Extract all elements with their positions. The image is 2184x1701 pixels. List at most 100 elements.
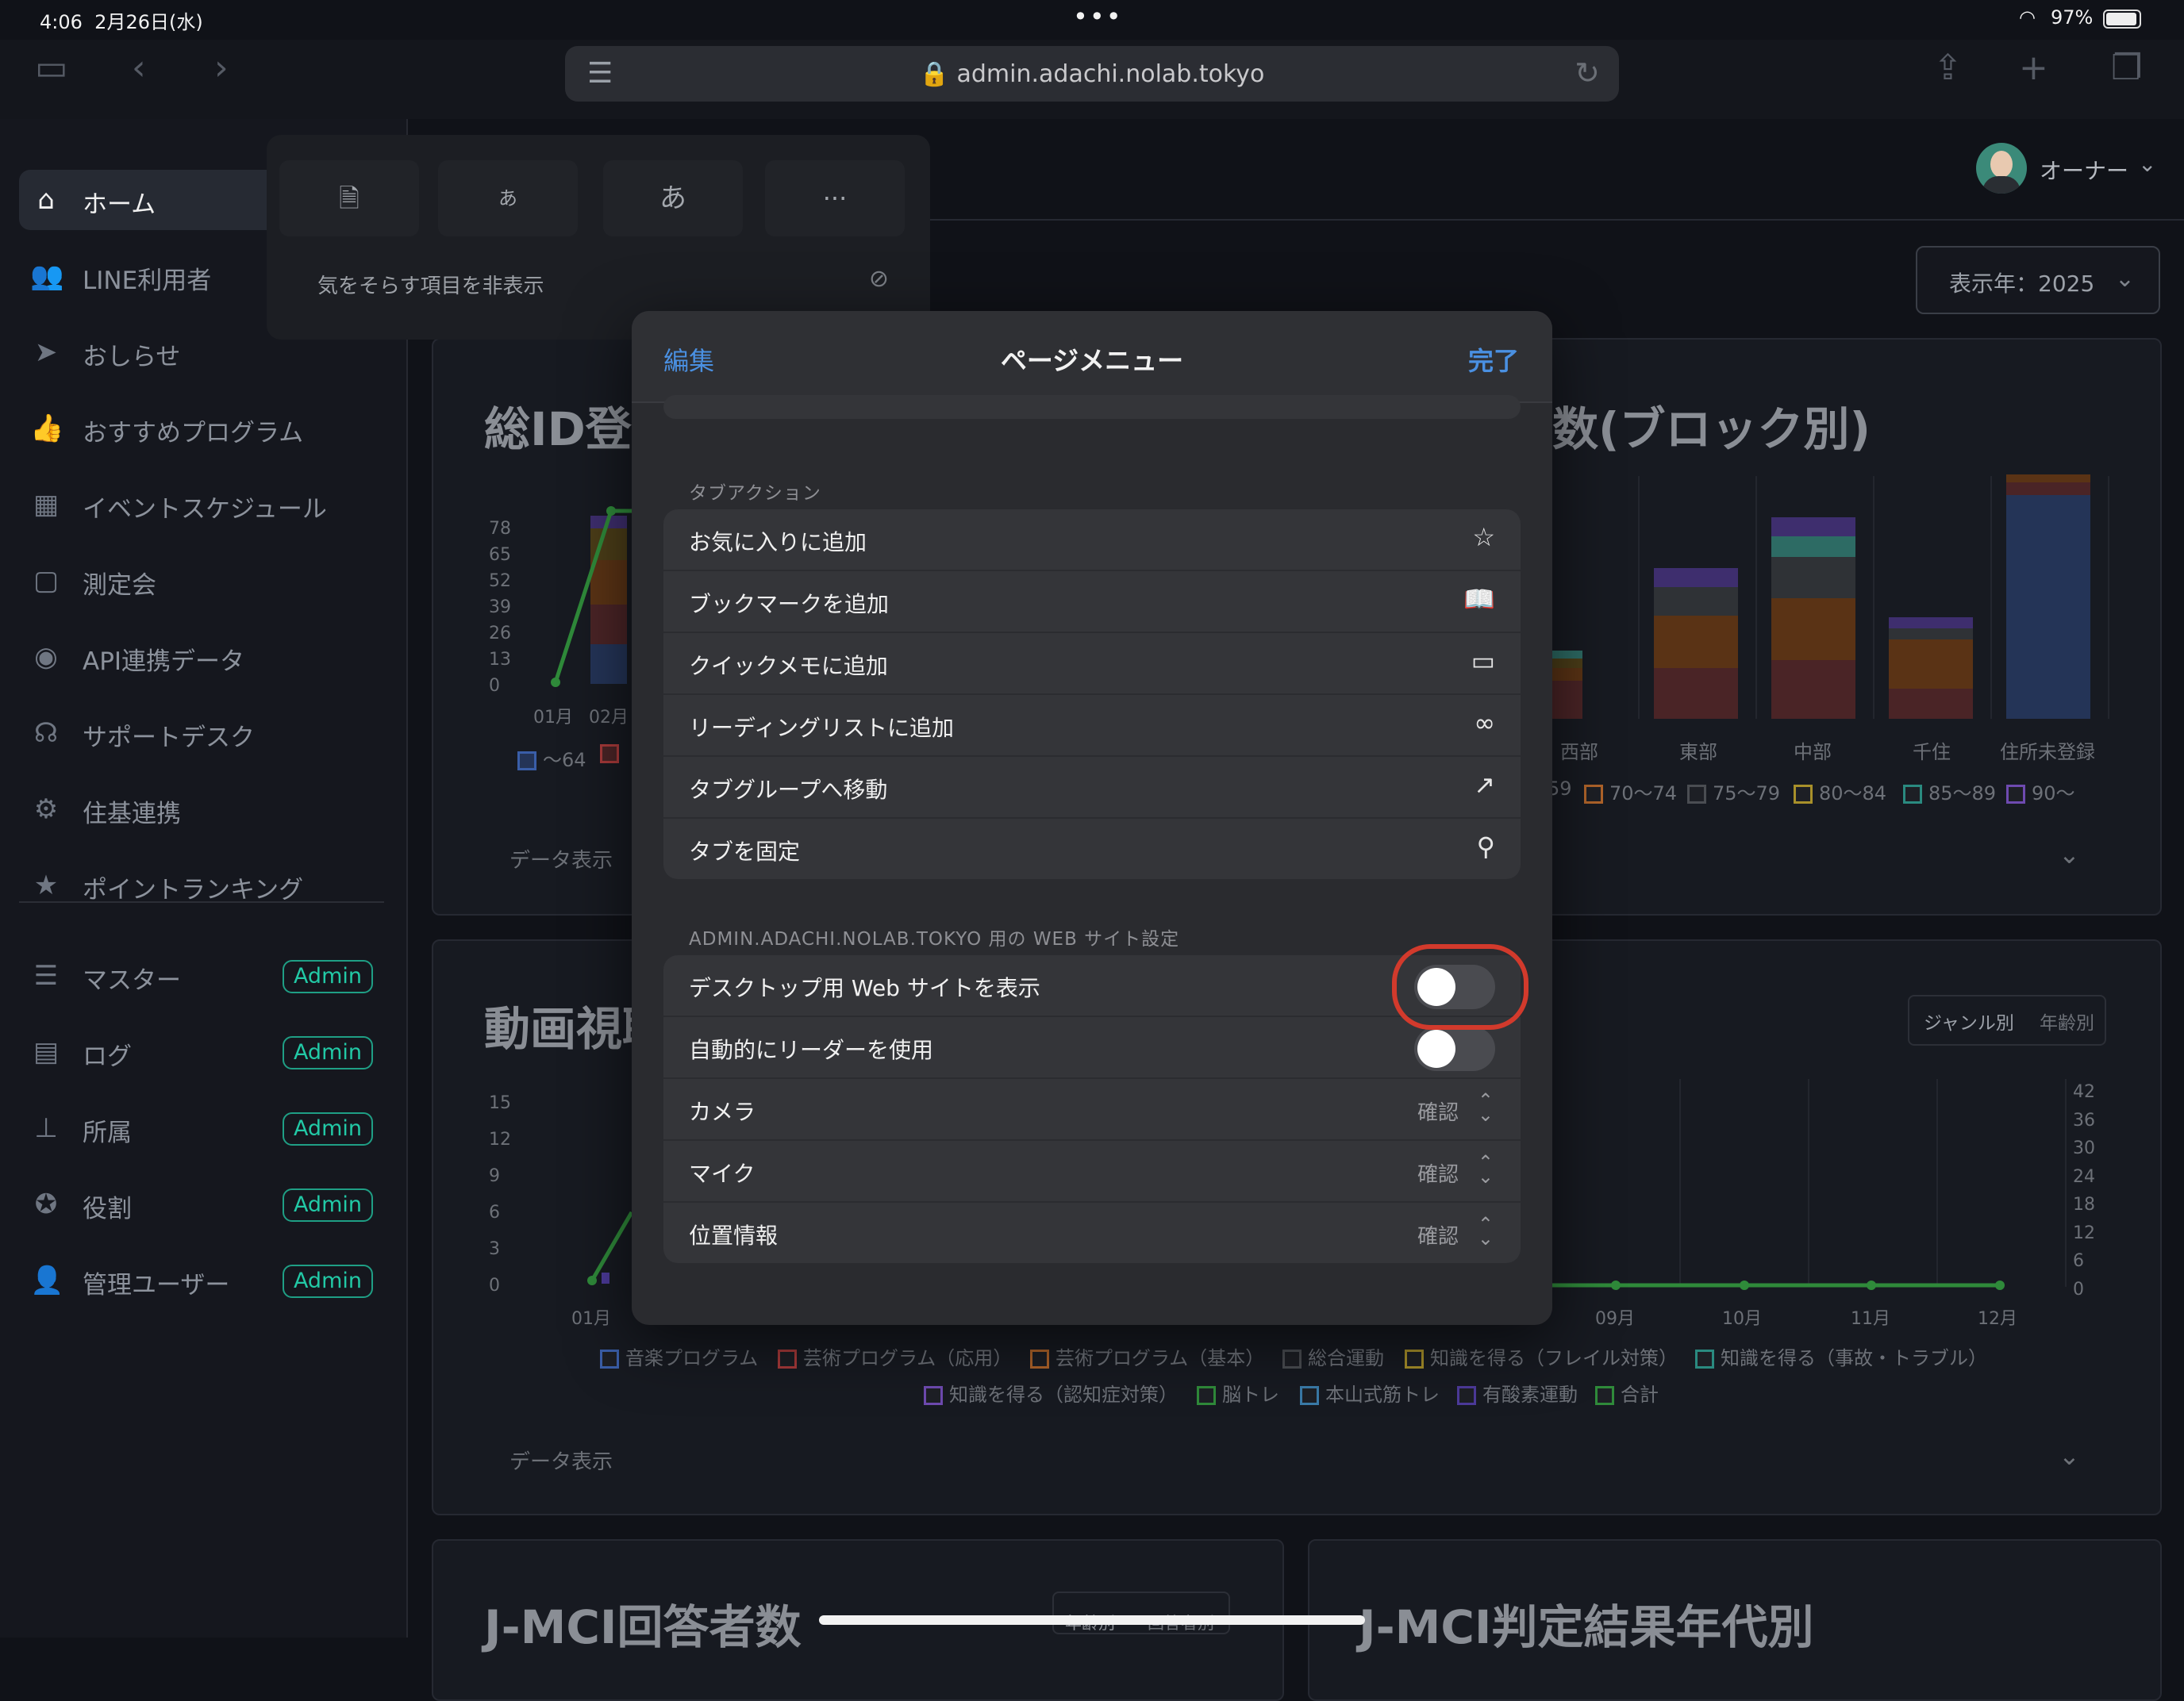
legend-item[interactable]: 70〜74 xyxy=(1584,778,1677,805)
sidebar-admin-item[interactable]: ✪ 役割 Admin xyxy=(19,1174,384,1234)
legend-item[interactable]: 脳トレ xyxy=(1197,1379,1279,1407)
sidebar-admin-item[interactable]: 👤 管理ユーザー Admin xyxy=(19,1250,384,1311)
legend-item[interactable]: 音楽プログラム xyxy=(600,1342,758,1370)
y-tick-label: 15 xyxy=(489,1093,511,1113)
legend-item[interactable]: 80〜84 xyxy=(1794,778,1886,805)
tab-actions-group: お気に入りに追加 ☆ ブックマークを追加 📖 クイックメモに追加 ▭ リーディングリストに追… xyxy=(663,509,1521,879)
legend-item[interactable]: 知識を得る（フレイル対策） xyxy=(1405,1342,1678,1370)
mic-value[interactable]: 確認 xyxy=(1417,1158,1459,1188)
tab-action-row[interactable]: クイックメモに追加 ▭ xyxy=(663,633,1521,695)
sidebar: ⌂ ホーム 👥 LINE利用者 ➤ おしらせ 👍 おすすめプログラム ▦ イベントスケジュール ▢ 測… xyxy=(0,119,408,1638)
chevron-down-icon[interactable]: ⌄ xyxy=(2059,1441,2080,1471)
x-tick-label: 住所未登録 xyxy=(2000,741,2095,763)
sidebar-item-label: 所属 xyxy=(83,1119,132,1147)
legend-swatch xyxy=(1794,785,1813,804)
chart-bar-segment xyxy=(1654,587,1738,616)
legend-item[interactable]: 芸術プログラム（応用） xyxy=(778,1342,1012,1370)
new-tab-icon[interactable]: + xyxy=(2019,48,2048,88)
camera-row[interactable]: カメラ 確認 ⌃ ⌄ xyxy=(663,1079,1521,1141)
multitask-dots-icon[interactable]: ••• xyxy=(1073,2,1123,32)
legend-item[interactable]: 75〜79 xyxy=(1687,778,1780,805)
x-tick-label: 09月 xyxy=(1595,1309,1635,1329)
x-tick-label: 中部 xyxy=(1794,741,1832,763)
data-view-toggle[interactable]: データ表示 xyxy=(509,1446,613,1475)
tabs-overview-icon[interactable]: ❐ xyxy=(2111,48,2142,88)
sidebar-item[interactable]: ▦ イベントスケジュール xyxy=(19,474,384,535)
sidebar-item[interactable]: ⚙ 住基連携 xyxy=(19,779,384,839)
location-row[interactable]: 位置情報 確認 ⌃ ⌄ xyxy=(663,1203,1521,1263)
legend-item[interactable]: 知識を得る（事故・トラブル） xyxy=(1695,1342,1987,1370)
done-button[interactable]: 完了 xyxy=(1468,341,1519,378)
text-smaller-button[interactable]: あ xyxy=(438,160,578,236)
legend-swatch xyxy=(1282,1350,1302,1369)
legend-item[interactable]: 85〜89 xyxy=(1903,778,1996,805)
sidebar-item[interactable]: ▢ 測定会 xyxy=(19,551,384,611)
user-lock-icon: 👤 xyxy=(30,1265,64,1296)
legend-item[interactable]: 総合運動 xyxy=(1282,1342,1384,1370)
text-larger-button[interactable]: あ xyxy=(603,160,743,236)
reload-icon[interactable]: ↻ xyxy=(1575,56,1600,90)
chevron-down-icon[interactable]: ⌄ xyxy=(2138,151,2156,177)
x-tick-label: 東部 xyxy=(1679,741,1717,763)
forward-icon[interactable]: › xyxy=(214,48,229,88)
tab-action-row[interactable]: タブを固定 ⚲ xyxy=(663,819,1521,879)
home-icon: ⌂ xyxy=(37,184,55,216)
legend-item[interactable] xyxy=(600,744,625,763)
chevron-down-icon: ⌄ xyxy=(2114,265,2135,293)
admin-badge: Admin xyxy=(282,1036,373,1069)
y-tick-label: 9 xyxy=(489,1166,500,1186)
legend-item[interactable]: 有酸素運動 xyxy=(1457,1379,1578,1407)
auto-reader-row[interactable]: 自動的にリーダーを使用 xyxy=(663,1017,1521,1079)
tab-action-row[interactable]: タブグループへ移動 ↗ xyxy=(663,757,1521,819)
sidebar-admin-item[interactable]: ▤ ログ Admin xyxy=(19,1022,384,1082)
org-tree-icon: ⊥ xyxy=(34,1112,58,1144)
sidebar-toggle-icon[interactable]: ▭ xyxy=(35,48,68,88)
legend-item[interactable]: 芸術プログラム（基本） xyxy=(1030,1342,1264,1370)
back-icon[interactable]: ‹ xyxy=(132,48,146,88)
legend-item[interactable]: 合計 xyxy=(1595,1379,1659,1407)
grid-line xyxy=(1638,476,1640,719)
tab-action-row[interactable]: お気に入りに追加 ☆ xyxy=(663,509,1521,571)
mic-row[interactable]: マイク 確認 ⌃ ⌄ xyxy=(663,1141,1521,1203)
legend-item[interactable]: 本山式筋トレ xyxy=(1300,1379,1440,1407)
y-tick-label: 3 xyxy=(489,1239,500,1259)
tab-genre[interactable]: ジャンル別 xyxy=(1924,1008,2014,1035)
sidebar-item-label: サポートデスク xyxy=(83,724,255,752)
reader-view-button[interactable]: 🗎 xyxy=(279,160,419,236)
sidebar-item[interactable]: 👍 おすすめプログラム xyxy=(19,398,384,459)
log-icon: ▤ xyxy=(33,1036,60,1068)
battery-percent: 97% xyxy=(2051,6,2094,29)
legend-item[interactable]: 知識を得る（認知症対策） xyxy=(924,1379,1178,1407)
legend-item[interactable]: 〜64 xyxy=(517,744,586,772)
sidebar-admin-item[interactable]: ⊥ 所属 Admin xyxy=(19,1098,384,1158)
sidebar-item-label: API連携データ xyxy=(83,647,245,676)
chevron-down-icon[interactable]: ⌄ xyxy=(2059,839,2080,870)
address-bar[interactable]: ☰ 🔒 admin.adachi.nolab.tokyo ↻ xyxy=(565,46,1619,102)
sidebar-admin-item[interactable]: ☰ マスター Admin xyxy=(19,946,384,1006)
year-select[interactable]: 表示年：2025 ⌄ xyxy=(1916,246,2160,314)
tab-action-row[interactable]: リーディングリストに追加 ∞ xyxy=(663,695,1521,757)
legend-item[interactable]: 90〜 xyxy=(2006,778,2075,805)
tab-action-row[interactable]: ブックマークを追加 📖 xyxy=(663,571,1521,633)
hide-distracting-items[interactable]: 気をそらす項目を非表示 xyxy=(317,270,544,299)
sidebar-item[interactable]: ★ ポイントランキング xyxy=(19,855,384,916)
auto-reader-toggle[interactable] xyxy=(1414,1027,1495,1071)
card-title: 数(ブロック別) xyxy=(1552,402,1871,456)
y-tick-label: 0 xyxy=(489,1276,500,1296)
user-gear-icon: ⚙ xyxy=(33,793,59,825)
sidebar-item[interactable]: ◉ API連携データ xyxy=(19,627,384,687)
sidebar-item[interactable]: ☊ サポートデスク xyxy=(19,703,384,763)
sidebar-item-label: 住基連携 xyxy=(83,800,181,828)
tab-age[interactable]: 年齢別 xyxy=(2040,1008,2094,1035)
avatar[interactable] xyxy=(1976,143,2027,194)
owner-name[interactable]: オーナー xyxy=(2040,154,2128,186)
camera-value[interactable]: 確認 xyxy=(1417,1096,1459,1126)
share-icon[interactable]: ⇪ xyxy=(1933,48,1963,88)
x-tick-label: 11月 xyxy=(1851,1309,1890,1329)
data-view-toggle[interactable]: データ表示 xyxy=(509,844,613,874)
home-indicator[interactable] xyxy=(819,1615,1365,1625)
eye-slash-icon[interactable]: ⊘ xyxy=(869,265,889,293)
y-tick-label: 13 xyxy=(489,650,511,670)
location-value[interactable]: 確認 xyxy=(1417,1220,1459,1250)
more-options-button[interactable]: ··· xyxy=(765,160,905,236)
